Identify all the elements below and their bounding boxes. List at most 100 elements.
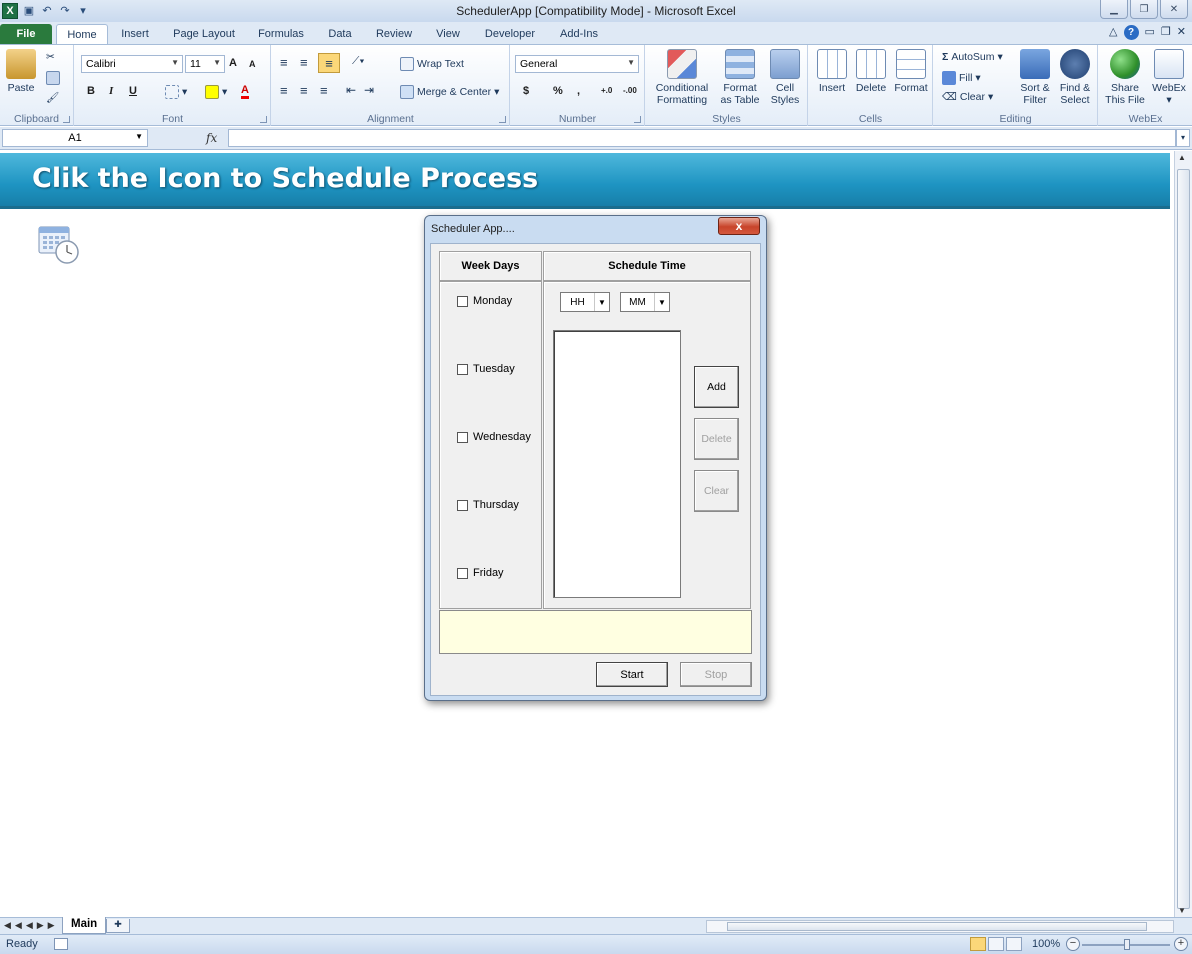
worksheet[interactable]: Clik the Icon to Schedule Process Schedu… <box>0 151 1174 917</box>
zoom-out-icon[interactable]: − <box>1066 937 1080 951</box>
insert-cells-button[interactable]: Insert <box>815 49 849 94</box>
close-window-button[interactable]: ✕ <box>1160 0 1188 19</box>
clear-button[interactable]: ⌫ Clear ▾ <box>942 91 993 103</box>
align-right-button[interactable]: ≡ <box>320 83 328 98</box>
font-launcher-icon[interactable] <box>260 116 267 123</box>
sheet-tab-main[interactable]: Main <box>62 917 107 934</box>
minimize-button[interactable]: ▁ <box>1100 0 1128 19</box>
align-middle-button[interactable]: ≡ <box>300 55 308 70</box>
scroll-up-icon[interactable]: ▲ <box>1178 153 1186 162</box>
minimize-ribbon-icon[interactable]: △ <box>1109 25 1117 40</box>
conditional-formatting-button[interactable]: Conditional Formatting <box>652 49 712 106</box>
increase-decimal-button[interactable]: +.0 <box>601 86 612 95</box>
fill-color-button[interactable]: ▾ <box>205 85 227 99</box>
shrink-font-button[interactable]: A <box>249 59 256 69</box>
underline-button[interactable]: U <box>129 85 137 97</box>
share-file-button[interactable]: Share This File <box>1103 49 1147 106</box>
clipboard-launcher-icon[interactable] <box>63 116 70 123</box>
minute-select[interactable]: MM ▼ <box>620 292 670 312</box>
formula-input[interactable] <box>228 129 1176 147</box>
tab-file[interactable]: File <box>0 24 52 44</box>
wrap-text-button[interactable]: Wrap Text <box>400 57 464 71</box>
tab-review[interactable]: Review <box>368 24 420 44</box>
page-break-view-button[interactable] <box>1006 937 1022 951</box>
delete-cells-button[interactable]: Delete <box>853 49 889 94</box>
cell-styles-button[interactable]: Cell Styles <box>766 49 804 106</box>
vertical-scrollbar[interactable]: ▲ ▼ <box>1174 151 1192 917</box>
bold-button[interactable]: B <box>87 85 95 97</box>
format-cells-button[interactable]: Format <box>893 49 929 94</box>
add-button[interactable]: Add <box>694 366 739 408</box>
italic-button[interactable]: I <box>109 85 113 97</box>
restore-button[interactable]: ❐ <box>1130 0 1158 19</box>
dialog-close-button[interactable]: x <box>718 217 760 235</box>
align-center-button[interactable]: ≡ <box>300 83 308 98</box>
help-icon[interactable]: ? <box>1123 25 1139 40</box>
hour-select[interactable]: HH ▼ <box>560 292 610 312</box>
merge-center-button[interactable]: Merge & Center ▾ <box>400 85 499 99</box>
page-layout-view-button[interactable] <box>988 937 1004 951</box>
scroll-down-icon[interactable]: ▼ <box>1178 906 1186 915</box>
start-button[interactable]: Start <box>596 662 668 687</box>
font-size-select[interactable]: 11 ▼ <box>185 55 225 73</box>
sort-filter-button[interactable]: Sort & Filter <box>1016 49 1054 106</box>
wednesday-checkbox[interactable]: Wednesday <box>457 431 531 443</box>
macro-record-icon[interactable] <box>54 938 68 950</box>
format-painter-button[interactable]: 🖌 <box>46 91 59 104</box>
scheduler-clock-icon[interactable] <box>38 225 80 265</box>
workbook-close-icon[interactable]: ✕ <box>1177 25 1186 40</box>
fill-button[interactable]: Fill ▾ <box>942 71 981 85</box>
monday-checkbox[interactable]: Monday <box>457 295 512 307</box>
grow-font-button[interactable]: A <box>229 57 237 69</box>
insert-function-icon[interactable]: fx <box>206 131 217 145</box>
increase-indent-button[interactable]: ⇥ <box>364 83 374 97</box>
vertical-scroll-thumb[interactable] <box>1177 169 1190 909</box>
autosum-button[interactable]: Σ AutoSum ▾ <box>942 51 1003 63</box>
decrease-indent-button[interactable]: ⇤ <box>346 83 356 97</box>
tab-page-layout[interactable]: Page Layout <box>164 24 244 44</box>
number-format-select[interactable]: General ▼ <box>515 55 639 73</box>
currency-button[interactable]: $ <box>523 85 529 97</box>
sheet-nav-arrows[interactable]: ◀◀◀▶▶ <box>4 920 59 931</box>
decrease-decimal-button[interactable]: -.00 <box>623 86 637 95</box>
zoom-in-icon[interactable]: + <box>1174 937 1188 951</box>
comma-button[interactable]: , <box>577 85 580 97</box>
alignment-launcher-icon[interactable] <box>499 116 506 123</box>
schedule-time-list[interactable] <box>553 330 681 598</box>
tab-formulas[interactable]: Formulas <box>250 24 312 44</box>
clear-button[interactable]: Clear <box>694 470 739 512</box>
tab-view[interactable]: View <box>426 24 470 44</box>
thursday-checkbox[interactable]: Thursday <box>457 499 519 511</box>
number-launcher-icon[interactable] <box>634 116 641 123</box>
borders-button[interactable]: ▾ <box>165 85 187 99</box>
workbook-minimize-icon[interactable]: ▭ <box>1145 25 1155 40</box>
copy-button[interactable] <box>46 71 60 85</box>
horizontal-scroll-thumb[interactable] <box>727 922 1147 931</box>
horizontal-scrollbar[interactable] <box>706 920 1174 933</box>
cut-button[interactable]: ✂ <box>46 51 55 63</box>
percent-button[interactable]: % <box>553 85 563 97</box>
tab-add-ins[interactable]: Add-Ins <box>550 24 608 44</box>
align-bottom-button[interactable]: ≡ <box>318 53 340 73</box>
stop-button[interactable]: Stop <box>680 662 752 687</box>
tab-insert[interactable]: Insert <box>112 24 158 44</box>
font-color-button[interactable]: A <box>241 84 249 99</box>
zoom-level[interactable]: 100% <box>1032 938 1060 950</box>
name-box[interactable]: A1 ▼ <box>2 129 148 147</box>
tab-data[interactable]: Data <box>318 24 362 44</box>
delete-button[interactable]: Delete <box>694 418 739 460</box>
align-left-button[interactable]: ≡ <box>280 83 288 98</box>
orientation-button[interactable]: ⟋▾ <box>352 55 364 68</box>
friday-checkbox[interactable]: Friday <box>457 567 504 579</box>
normal-view-button[interactable] <box>970 937 986 951</box>
paste-button[interactable]: Paste <box>6 49 36 94</box>
expand-formula-bar-icon[interactable]: ▾ <box>1176 129 1190 147</box>
zoom-slider-thumb[interactable] <box>1124 939 1130 950</box>
webex-button[interactable]: WebEx ▾ <box>1149 49 1189 106</box>
align-top-button[interactable]: ≡ <box>280 55 288 70</box>
tuesday-checkbox[interactable]: Tuesday <box>457 363 515 375</box>
tab-home[interactable]: Home <box>56 24 108 44</box>
insert-sheet-icon[interactable]: ✚ <box>106 919 130 933</box>
workbook-restore-icon[interactable]: ❐ <box>1161 25 1171 40</box>
tab-developer[interactable]: Developer <box>476 24 544 44</box>
